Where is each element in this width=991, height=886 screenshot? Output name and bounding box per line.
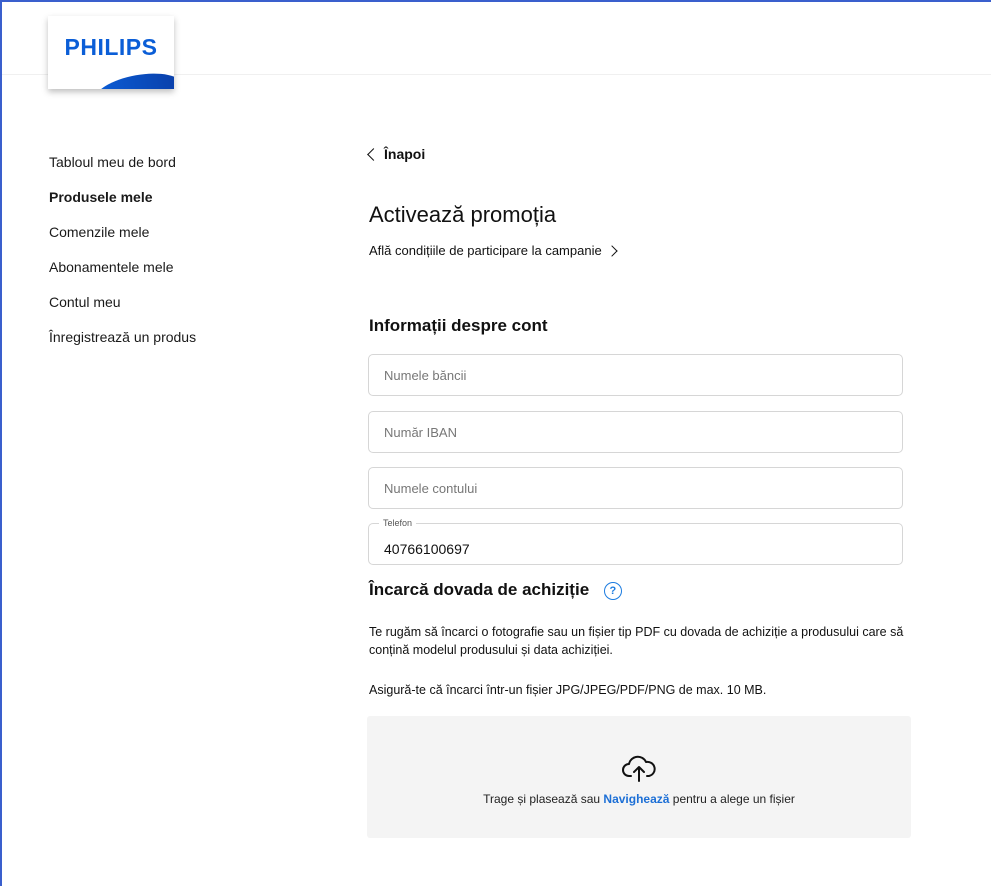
bank-name-field[interactable]	[368, 354, 903, 396]
sidebar-item-register-product[interactable]: Înregistrează un produs	[49, 325, 196, 360]
file-requirements: Asigură-te că încarci într-un fișier JPG…	[369, 681, 929, 699]
sidebar-item-dashboard[interactable]: Tabloul meu de bord	[49, 150, 196, 185]
sidebar-item-my-subscriptions[interactable]: Abonamentele mele	[49, 255, 196, 290]
account-name-field[interactable]	[368, 467, 903, 509]
sidebar-item-my-account[interactable]: Contul meu	[49, 290, 196, 325]
phone-input[interactable]	[369, 524, 902, 564]
cloud-upload-icon	[622, 754, 656, 784]
upload-heading-label: Încarcă dovada de achiziție	[369, 580, 589, 599]
page-title: Activează promoția	[369, 202, 556, 228]
back-link[interactable]: Înapoi	[369, 146, 425, 162]
sidebar-item-my-orders[interactable]: Comenzile mele	[49, 220, 196, 255]
back-label: Înapoi	[384, 146, 425, 162]
dropzone-text-before: Trage și plasează sau	[483, 792, 603, 806]
dropzone-text-after: pentru a alege un fișier	[669, 792, 794, 806]
account-sidebar: Tabloul meu de bord Produsele mele Comen…	[49, 150, 196, 360]
dropzone-text: Trage și plasează sau Navighează pentru …	[367, 792, 911, 806]
iban-input[interactable]	[369, 412, 902, 452]
conditions-link[interactable]: Află condițiile de participare la campan…	[369, 243, 616, 258]
iban-field[interactable]	[368, 411, 903, 453]
phone-field[interactable]: Telefon	[368, 523, 903, 565]
account-name-input[interactable]	[369, 468, 902, 508]
conditions-link-label: Află condițiile de participare la campan…	[369, 243, 602, 258]
logo-text: PHILIPS	[48, 34, 174, 61]
account-info-heading: Informații despre cont	[369, 316, 548, 336]
phone-field-label: Telefon	[379, 518, 416, 528]
bank-name-input[interactable]	[369, 355, 902, 395]
upload-heading: Încarcă dovada de achiziție ?	[369, 580, 622, 600]
logo-swoosh	[92, 67, 174, 89]
chevron-right-icon	[606, 245, 617, 256]
question-circle-icon[interactable]: ?	[604, 582, 622, 600]
browse-link[interactable]: Navighează	[603, 792, 669, 806]
file-dropzone[interactable]: Trage și plasează sau Navighează pentru …	[367, 716, 911, 838]
sidebar-item-my-products[interactable]: Produsele mele	[49, 185, 196, 220]
upload-instructions: Te rugăm să încarci o fotografie sau un …	[369, 623, 929, 659]
chevron-left-icon	[367, 148, 380, 161]
philips-logo[interactable]: PHILIPS	[48, 16, 174, 89]
